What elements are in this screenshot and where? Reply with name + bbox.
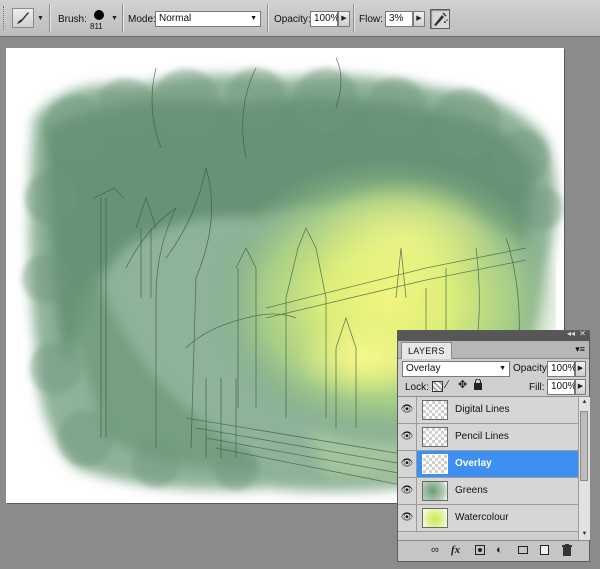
collapse-icon[interactable]: ◂◂ [567, 329, 575, 338]
mask-icon[interactable] [475, 545, 485, 555]
flow-label: Flow: [359, 14, 383, 25]
mode-select[interactable]: Normal ▼ [155, 11, 261, 27]
opacity-arrow-icon[interactable]: ▶ [575, 361, 586, 377]
fx-icon[interactable]: fx [451, 544, 460, 556]
brush-size: 811 [90, 22, 103, 31]
fill-label: Fill: [529, 382, 545, 393]
layer-list: 👁 Digital Lines 👁 Pencil Lines 👁 Overlay… [398, 397, 578, 540]
layer-list-scrollbar[interactable]: ▲ ▼ [578, 397, 590, 540]
flow-input[interactable]: 3% [385, 11, 413, 27]
layer-name: Greens [455, 485, 488, 496]
lock-transparent-icon[interactable] [432, 381, 443, 392]
layer-row-watercolour[interactable]: 👁 Watercolour [398, 505, 578, 532]
scroll-thumb[interactable] [580, 411, 588, 481]
separator [353, 4, 354, 32]
flow-slider-arrow-icon[interactable]: ▶ [413, 11, 425, 27]
new-layer-icon[interactable] [540, 545, 549, 555]
eye-icon[interactable]: 👁 [398, 424, 417, 450]
brush-picker-arrow-icon[interactable]: ▼ [111, 15, 118, 22]
lock-image-icon[interactable]: ∕ [446, 379, 448, 391]
brush-tip-icon[interactable] [94, 10, 104, 20]
chevron-down-icon: ▼ [499, 365, 506, 372]
separator [49, 4, 50, 32]
fill-input[interactable]: 100% [547, 379, 577, 395]
close-icon[interactable]: ✕ [579, 329, 586, 338]
folder-icon[interactable] [518, 546, 528, 554]
layer-row-greens[interactable]: 👁 Greens [398, 478, 578, 505]
tab-layers[interactable]: LAYERS [401, 342, 452, 359]
eye-icon[interactable]: 👁 [398, 478, 417, 504]
scroll-up-icon[interactable]: ▲ [579, 397, 590, 408]
layer-thumbnail [422, 508, 448, 528]
adjustment-icon[interactable]: ◐ [496, 544, 503, 556]
layer-thumbnail [422, 400, 448, 420]
layer-thumbnail [422, 454, 448, 474]
mode-value: Normal [159, 13, 192, 24]
layers-panel: ◂◂ ✕ LAYERS ▾≡ Overlay ▼ Opacity: 100% ▶… [397, 329, 590, 562]
lock-label: Lock: [405, 382, 429, 393]
options-bar: ▼ Brush: 811 ▼ Mode: Normal ▼ Opacity: 1… [0, 0, 600, 37]
eye-icon[interactable]: 👁 [398, 451, 417, 477]
options-grip [3, 6, 6, 30]
brush-label: Brush: [58, 14, 87, 25]
separator [122, 4, 123, 32]
brush-tool-icon[interactable] [12, 8, 34, 28]
scroll-down-icon[interactable]: ▼ [579, 529, 590, 540]
blend-mode-select[interactable]: Overlay ▼ [402, 361, 510, 377]
opacity-label: Opacity: [274, 14, 311, 25]
layer-name: Watercolour [455, 512, 509, 523]
mode-label: Mode: [128, 14, 156, 25]
airbrush-icon[interactable] [430, 9, 450, 29]
layer-row-pencil-lines[interactable]: 👁 Pencil Lines [398, 424, 578, 451]
panel-menu-icon[interactable]: ▾≡ [575, 344, 585, 355]
link-icon[interactable]: ∞ [431, 544, 439, 556]
layers-bottom-toolbar: ∞ fx ◐ [398, 540, 589, 561]
tool-preset-arrow-icon[interactable]: ▼ [37, 15, 44, 22]
panel-titlebar[interactable]: ◂◂ ✕ [398, 329, 589, 341]
opacity-label: Opacity: [513, 363, 550, 374]
layer-thumbnail [422, 427, 448, 447]
trash-icon[interactable] [562, 544, 572, 559]
fill-arrow-icon[interactable]: ▶ [575, 379, 586, 395]
lock-position-icon[interactable]: ✥ [458, 378, 467, 391]
layer-name: Digital Lines [455, 404, 510, 415]
lock-all-icon[interactable] [474, 378, 482, 390]
opacity-input[interactable]: 100% [310, 11, 340, 27]
blend-mode-value: Overlay [406, 363, 441, 374]
layer-row-digital-lines[interactable]: 👁 Digital Lines [398, 397, 578, 424]
layer-thumbnail [422, 481, 448, 501]
layer-row-overlay[interactable]: 👁 Overlay [398, 451, 578, 478]
eye-icon[interactable]: 👁 [398, 505, 417, 531]
chevron-down-icon: ▼ [250, 15, 257, 22]
opacity-slider-arrow-icon[interactable]: ▶ [338, 11, 350, 27]
layer-name: Pencil Lines [455, 431, 509, 442]
layer-name: Overlay [455, 458, 492, 469]
layer-opacity-input[interactable]: 100% [547, 361, 577, 377]
separator [267, 4, 268, 32]
eye-icon[interactable]: 👁 [398, 397, 417, 423]
